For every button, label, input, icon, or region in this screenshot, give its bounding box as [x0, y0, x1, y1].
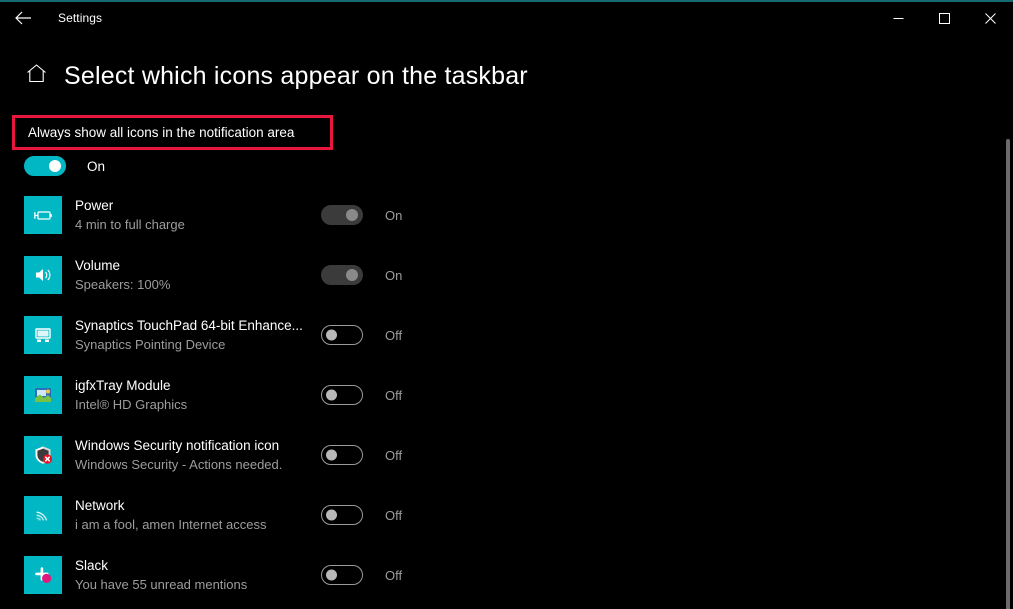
home-button[interactable]: [18, 64, 54, 88]
app-icon-tile: [24, 256, 62, 294]
app-name: igfxTray Module: [75, 377, 171, 393]
app-text: Power 4 min to full charge: [75, 197, 320, 234]
app-description: Windows Security - Actions needed.: [75, 456, 283, 472]
app-text: Volume Speakers: 100%: [75, 257, 320, 294]
volume-speaker-icon: [32, 264, 54, 286]
app-toggle[interactable]: [321, 505, 363, 525]
app-description: Speakers: 100%: [75, 276, 171, 292]
app-toggle-state: On: [385, 267, 403, 283]
app-text: igfxTray Module Intel® HD Graphics: [75, 377, 320, 414]
app-icon-tile: [24, 376, 62, 414]
window-controls: [875, 2, 1013, 34]
app-toggle-wrap: Off: [321, 445, 402, 465]
app-toggle-state: Off: [385, 567, 403, 583]
shield-alert-icon: [32, 444, 54, 466]
toggle-knob: [49, 160, 61, 172]
list-item: Windows Security notification icon Windo…: [0, 425, 1000, 485]
app-description: You have 55 unread mentions: [75, 576, 248, 592]
back-arrow-icon: [14, 11, 32, 25]
app-name: Volume: [75, 257, 121, 273]
app-title: Settings: [58, 11, 103, 25]
app-toggle-wrap: On: [321, 265, 402, 285]
toggle-knob: [326, 509, 337, 521]
app-toggle-wrap: Off: [321, 565, 402, 585]
app-toggle[interactable]: [321, 205, 363, 225]
app-toggle-state: Off: [385, 507, 403, 523]
minimize-button[interactable]: [875, 2, 921, 34]
master-toggle-state: On: [87, 158, 106, 174]
toggle-knob: [326, 389, 337, 401]
settings-window: Settings Select which icons appear on th…: [0, 0, 1013, 609]
list-item: Network i am a fool, amen Internet acces…: [0, 485, 1000, 545]
app-toggle[interactable]: [321, 385, 363, 405]
toggle-knob: [326, 449, 337, 461]
highlight-annotation-box: Always show all icons in the notificatio…: [12, 115, 333, 150]
app-description: 4 min to full charge: [75, 216, 185, 232]
app-toggle[interactable]: [321, 265, 363, 285]
maximize-button[interactable]: [921, 2, 967, 34]
list-item: Slack You have 55 unread mentions Off: [0, 545, 1000, 605]
list-item: igfxTray Module Intel® HD Graphics Off: [0, 365, 1000, 425]
notification-icons-list: Power 4 min to full charge On Volume Spe…: [0, 185, 1000, 605]
app-name: Power: [75, 197, 114, 213]
touchpad-icon: [32, 324, 54, 346]
maximize-icon: [938, 12, 950, 24]
app-text: Windows Security notification icon Windo…: [75, 437, 320, 474]
app-icon-tile: [24, 316, 62, 354]
app-toggle-wrap: Off: [321, 505, 402, 525]
app-toggle[interactable]: [321, 565, 363, 585]
scrollbar-thumb[interactable]: [1006, 139, 1010, 609]
toggle-knob: [326, 569, 337, 581]
home-icon: [26, 64, 47, 88]
app-description: Intel® HD Graphics: [75, 396, 188, 412]
close-button[interactable]: [967, 2, 1013, 34]
toggle-knob: [346, 209, 358, 221]
page-header: Select which icons appear on the taskbar: [0, 55, 1013, 97]
wifi-icon: [32, 504, 54, 526]
toggle-knob: [326, 329, 337, 341]
igfx-display-icon: [32, 384, 54, 406]
app-text: Slack You have 55 unread mentions: [75, 557, 320, 594]
close-icon: [984, 12, 996, 24]
page-title: Select which icons appear on the taskbar: [64, 61, 528, 90]
app-toggle-state: Off: [385, 327, 403, 343]
master-toggle-row: On: [24, 155, 105, 177]
slack-icon: [32, 564, 54, 586]
app-toggle-wrap: On: [321, 205, 402, 225]
app-toggle-wrap: Off: [321, 385, 402, 405]
section-label: Always show all icons in the notificatio…: [28, 125, 295, 140]
app-toggle-wrap: Off: [321, 325, 402, 345]
back-button[interactable]: [0, 2, 46, 34]
scrollbar-track[interactable]: [1003, 34, 1013, 609]
app-toggle-state: On: [385, 207, 403, 223]
list-item: Power 4 min to full charge On: [0, 185, 1000, 245]
app-description: i am a fool, amen Internet access: [75, 516, 267, 532]
app-name: Windows Security notification icon: [75, 437, 280, 453]
app-name: Slack: [75, 557, 109, 573]
app-description: Synaptics Pointing Device: [75, 336, 226, 352]
app-icon-tile: [24, 196, 62, 234]
always-show-all-icons-toggle[interactable]: [24, 156, 66, 176]
minimize-icon: [893, 13, 904, 24]
list-item: Synaptics TouchPad 64-bit Enhance... Syn…: [0, 305, 1000, 365]
app-toggle-state: Off: [385, 387, 403, 403]
list-item: Volume Speakers: 100% On: [0, 245, 1000, 305]
app-text: Network i am a fool, amen Internet acces…: [75, 497, 320, 534]
app-icon-tile: [24, 436, 62, 474]
app-name: Network: [75, 497, 125, 513]
app-toggle[interactable]: [321, 325, 363, 345]
app-text: Synaptics TouchPad 64-bit Enhance... Syn…: [75, 317, 320, 354]
app-toggle[interactable]: [321, 445, 363, 465]
title-bar: Settings: [0, 2, 1013, 34]
app-name: Synaptics TouchPad 64-bit Enhance...: [75, 317, 303, 333]
app-toggle-state: Off: [385, 447, 403, 463]
toggle-knob: [346, 269, 358, 281]
app-icon-tile: [24, 496, 62, 534]
power-battery-icon: [32, 204, 54, 226]
app-icon-tile: [24, 556, 62, 594]
